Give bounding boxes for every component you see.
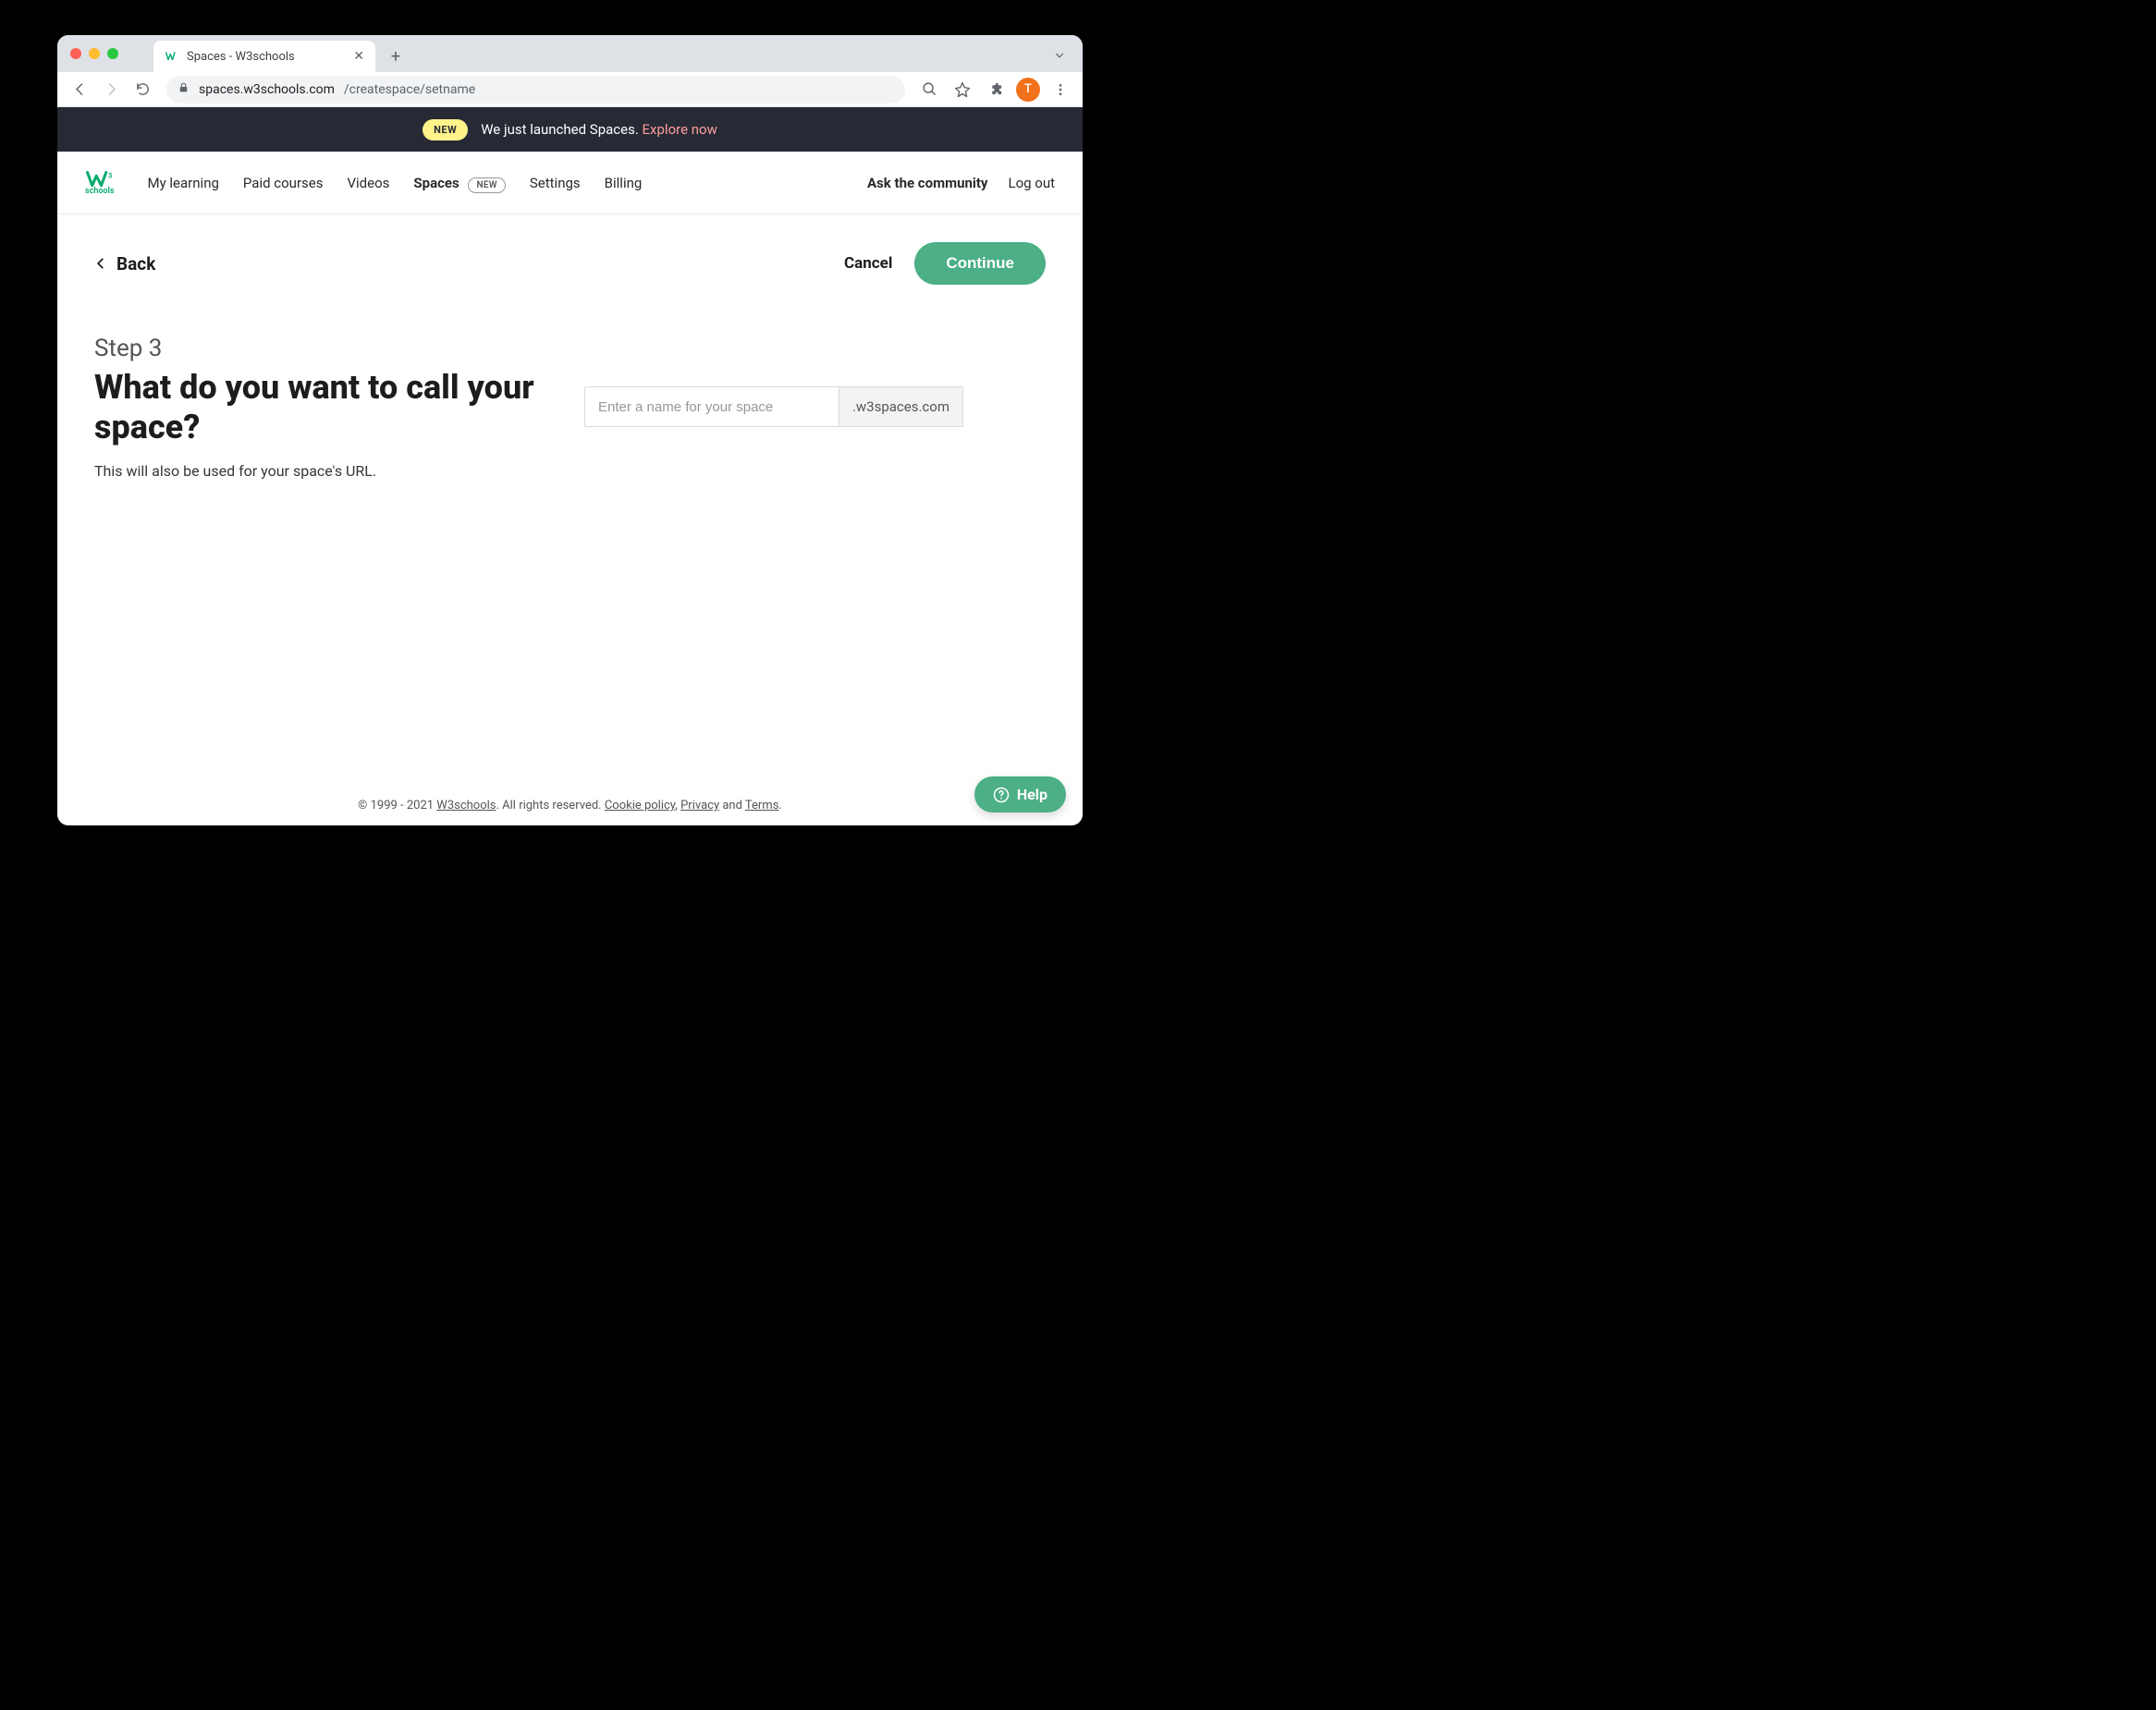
nav-videos[interactable]: Videos xyxy=(347,175,389,191)
nav-forward-button[interactable] xyxy=(98,77,124,103)
footer-privacy-link[interactable]: Privacy xyxy=(680,799,719,812)
browser-tab[interactable]: Spaces - W3schools ✕ xyxy=(153,41,375,72)
url-host: spaces.w3schools.com xyxy=(199,82,335,97)
logo-subtext: schools xyxy=(85,187,115,196)
continue-button[interactable]: Continue xyxy=(914,242,1046,285)
announcement-link[interactable]: Explore now xyxy=(643,121,717,138)
step-label: Step 3 xyxy=(94,335,538,362)
footer: © 1999 - 2021 W3schools. All rights rese… xyxy=(57,799,1083,812)
page-content: Back Cancel Continue Step 3 What do you … xyxy=(57,214,1083,825)
footer-cookie-link[interactable]: Cookie policy xyxy=(605,799,675,812)
back-label: Back xyxy=(116,253,155,275)
new-tab-button[interactable]: + xyxy=(383,43,409,69)
nav-right: Ask the community Log out xyxy=(867,175,1055,191)
nav-my-learning[interactable]: My learning xyxy=(148,175,219,191)
help-label: Help xyxy=(1017,786,1047,803)
browser-tabstrip: Spaces - W3schools ✕ + xyxy=(57,35,1083,72)
footer-terms-link[interactable]: Terms xyxy=(745,799,779,812)
favicon-icon xyxy=(165,49,179,64)
cancel-button[interactable]: Cancel xyxy=(844,254,892,273)
nav-ask-community[interactable]: Ask the community xyxy=(867,175,988,191)
nav-logout[interactable]: Log out xyxy=(1008,175,1055,191)
nav-spaces-badge: NEW xyxy=(468,177,505,193)
page-heading: What do you want to call your space? xyxy=(94,368,538,447)
nav-billing[interactable]: Billing xyxy=(605,175,643,191)
site-logo[interactable]: 3 schools xyxy=(85,170,115,196)
announcement-bar: NEW We just launched Spaces. Explore now xyxy=(57,107,1083,152)
announcement-badge: NEW xyxy=(423,119,468,140)
browser-menu-icon[interactable] xyxy=(1047,77,1073,103)
nav-settings[interactable]: Settings xyxy=(530,175,581,191)
footer-brand-link[interactable]: W3schools xyxy=(436,799,496,812)
bookmark-icon[interactable] xyxy=(949,77,975,103)
space-name-input[interactable] xyxy=(584,386,839,427)
tab-title: Spaces - W3schools xyxy=(187,50,295,64)
space-name-group: .w3spaces.com xyxy=(584,386,963,427)
avatar-initial: T xyxy=(1024,82,1032,96)
domain-suffix: .w3spaces.com xyxy=(839,386,963,427)
svg-text:3: 3 xyxy=(108,171,112,179)
page-subtext: This will also be used for your space's … xyxy=(94,462,538,480)
extensions-icon[interactable] xyxy=(983,77,1009,103)
window-zoom-icon[interactable] xyxy=(107,48,118,59)
nav-paid-courses[interactable]: Paid courses xyxy=(243,175,324,191)
address-bar[interactable]: spaces.w3schools.com/createspace/setname xyxy=(166,76,905,104)
lock-icon xyxy=(178,81,190,97)
help-icon xyxy=(993,787,1010,803)
nav-links: My learning Paid courses Videos Spaces N… xyxy=(148,175,643,191)
site-nav: 3 schools My learning Paid courses Video… xyxy=(57,152,1083,214)
window-minimize-icon[interactable] xyxy=(89,48,100,59)
browser-toolbar: spaces.w3schools.com/createspace/setname… xyxy=(57,72,1083,107)
window-controls xyxy=(70,48,118,59)
tab-close-icon[interactable]: ✕ xyxy=(353,49,364,64)
announcement-text: We just launched Spaces. Explore now xyxy=(481,121,717,138)
nav-spaces[interactable]: Spaces NEW xyxy=(413,175,505,191)
url-path: /createspace/setname xyxy=(344,82,475,97)
window-close-icon[interactable] xyxy=(70,48,81,59)
back-button[interactable]: Back xyxy=(94,253,155,275)
tabs-dropdown-icon[interactable] xyxy=(1053,48,1066,66)
profile-avatar[interactable]: T xyxy=(1016,78,1040,102)
nav-reload-button[interactable] xyxy=(129,77,155,103)
help-button[interactable]: Help xyxy=(974,776,1066,812)
zoom-icon[interactable] xyxy=(916,77,942,103)
nav-back-button[interactable] xyxy=(67,77,92,103)
